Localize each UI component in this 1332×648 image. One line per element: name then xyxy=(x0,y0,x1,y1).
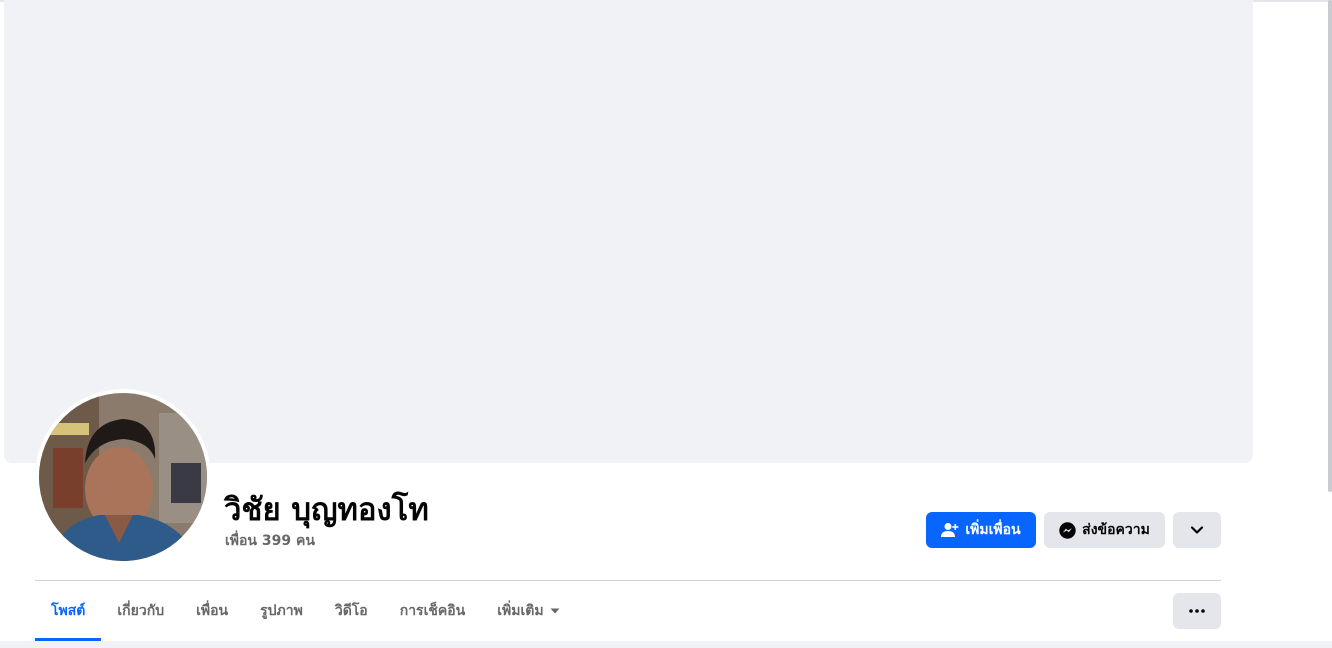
send-message-button[interactable]: ส่งข้อความ xyxy=(1044,512,1165,548)
tab-posts[interactable]: โพสต์ xyxy=(35,581,102,641)
profile-name: วิชัย บุญทองโท xyxy=(224,492,429,528)
avatar-photo xyxy=(39,393,207,561)
tab-label: เพิ่มเติม xyxy=(497,603,544,619)
caret-down-icon xyxy=(550,608,560,614)
tab-videos[interactable]: วิดีโอ xyxy=(319,581,384,641)
tab-label: การเช็คอิน xyxy=(399,603,466,619)
tab-about[interactable]: เกี่ยวกับ xyxy=(101,581,180,641)
friends-count[interactable]: เพื่อน 399 คน xyxy=(225,530,315,552)
page-background-strip xyxy=(0,641,1332,648)
chevron-down-icon xyxy=(1190,525,1204,535)
profile-tabs: โพสต์ เกี่ยวกับ เพื่อน รูปภาพ วิดีโอ การ… xyxy=(35,581,576,641)
add-friend-label: เพิ่มเพื่อน xyxy=(965,522,1021,538)
tab-checkins[interactable]: การเช็คอิน xyxy=(384,581,482,641)
profile-options-dropdown[interactable] xyxy=(1173,512,1221,548)
tab-photos[interactable]: รูปภาพ xyxy=(244,581,319,641)
tab-label: วิดีโอ xyxy=(334,603,368,619)
cover-photo[interactable] xyxy=(4,0,1253,463)
send-message-label: ส่งข้อความ xyxy=(1082,522,1150,538)
tab-label: เพื่อน xyxy=(196,603,229,619)
tab-label: รูปภาพ xyxy=(260,603,303,619)
tab-label: เกี่ยวกับ xyxy=(117,603,165,619)
scrollbar[interactable] xyxy=(1328,0,1332,492)
add-person-icon xyxy=(941,522,959,538)
tab-label: โพสต์ xyxy=(51,603,86,619)
more-options-button[interactable] xyxy=(1173,593,1221,629)
ellipsis-icon xyxy=(1189,609,1205,613)
profile-avatar[interactable] xyxy=(39,393,207,561)
tab-more[interactable]: เพิ่มเติม xyxy=(481,581,575,641)
tab-friends[interactable]: เพื่อน xyxy=(180,581,244,641)
add-friend-button[interactable]: เพิ่มเพื่อน xyxy=(926,512,1036,548)
messenger-icon xyxy=(1059,521,1076,539)
